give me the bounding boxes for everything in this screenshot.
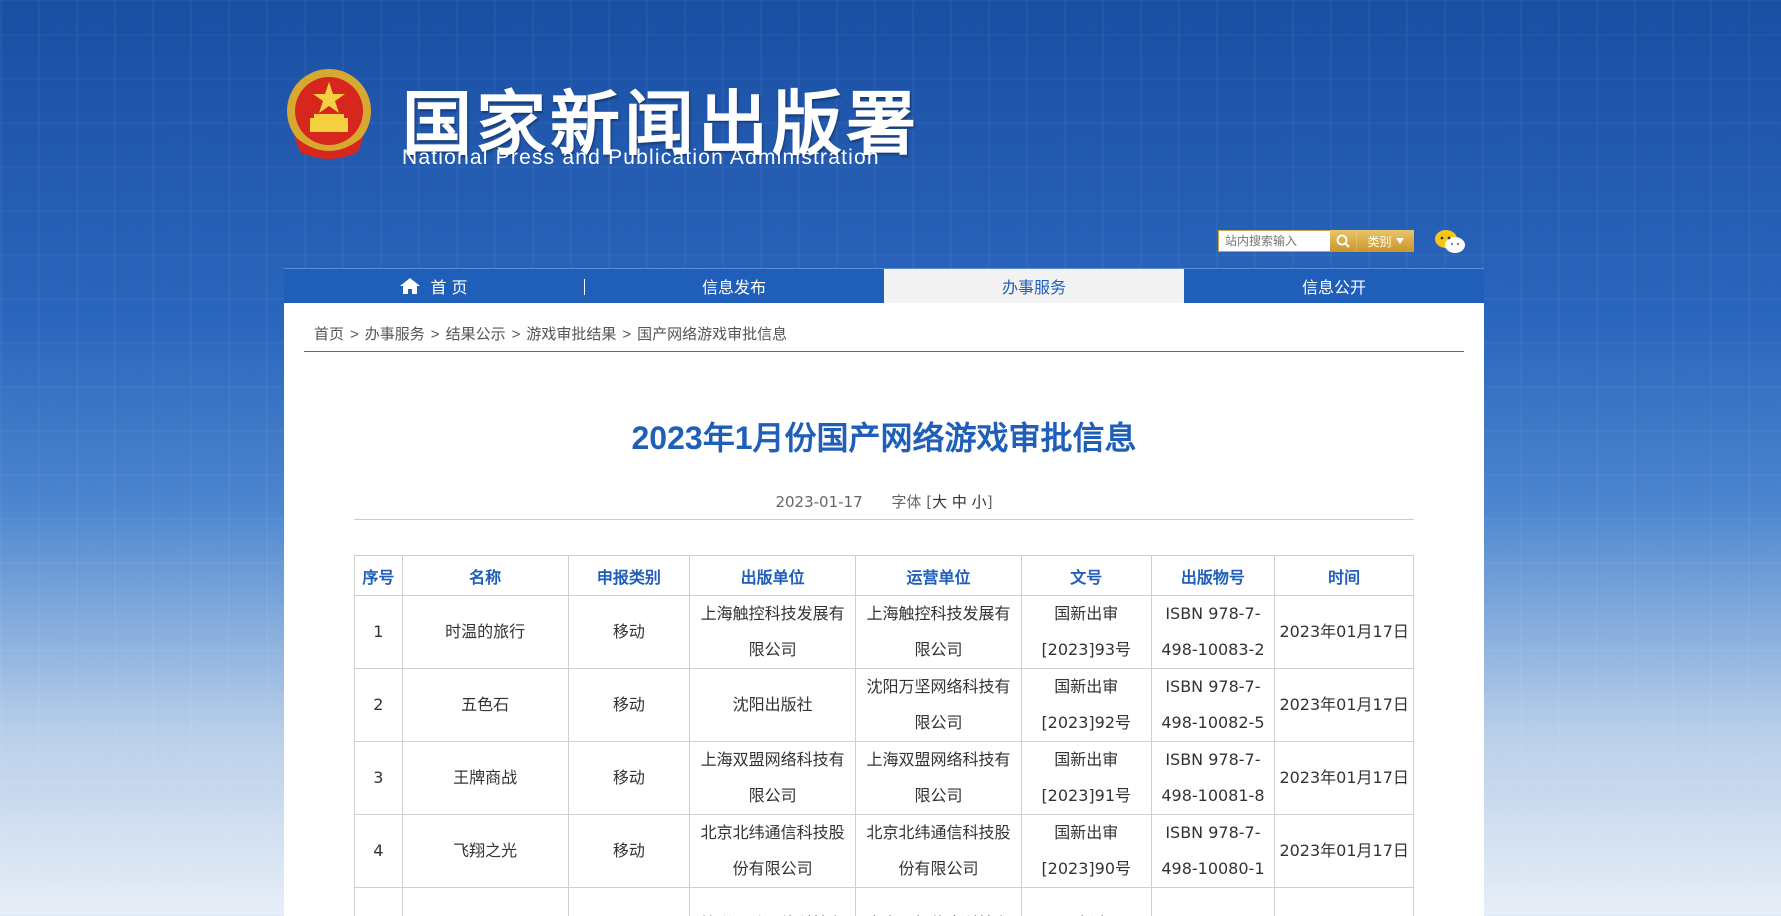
nav-item-label: 办事服务 bbox=[1001, 278, 1066, 297]
table-header-cell: 文号 bbox=[1020, 555, 1152, 596]
site-header: 国家新闻出版署 National Press and Publication A… bbox=[284, 60, 1484, 270]
breadcrumb-separator: > bbox=[350, 326, 359, 343]
breadcrumb-separator: > bbox=[430, 326, 440, 343]
main-nav: 首 页 信息发布 办事服务 信息公开 bbox=[284, 268, 1484, 303]
table-header-cell: 序号 bbox=[354, 555, 403, 596]
font-size-large[interactable]: 大 bbox=[932, 493, 947, 511]
approval-table: 序号 名称 申报类别 出版单位 运营单位 文号 出版物号 时间 1 时温的旅行 … bbox=[354, 555, 1414, 916]
table-cell: 国新出审[2023]93号 bbox=[1020, 595, 1152, 669]
nav-item-info-disclosure[interactable]: 信息公开 bbox=[1184, 269, 1484, 303]
breadcrumb-item-game-approval[interactable]: 游戏审批结果 bbox=[526, 326, 616, 343]
breadcrumb-item-services[interactable]: 办事服务 bbox=[365, 326, 425, 343]
breadcrumb: 首页 > 办事服务 > 结果公示 > 游戏审批结果 > 国产网络游戏审批信息 bbox=[314, 323, 787, 344]
table-cell: 国新出审[2023]91号 bbox=[1020, 741, 1152, 815]
table-cell: 3 bbox=[354, 741, 403, 815]
main-content: 首页 > 办事服务 > 结果公示 > 游戏审批结果 > 国产网络游戏审批信息 2023年1月份国… bbox=[284, 303, 1484, 916]
table-cell: 上海双盟网络科技有限公司 bbox=[855, 741, 1022, 815]
font-size-medium[interactable]: 中 bbox=[952, 493, 967, 511]
table-row: 2 五色石 移动 沈阳出版社 沈阳万坚网络科技有限公司 国新出审[2023]92… bbox=[354, 668, 1414, 742]
table-cell: 北京北纬通信科技股份有限公司 bbox=[689, 814, 857, 888]
table-header-row: 序号 名称 申报类别 出版单位 运营单位 文号 出版物号 时间 bbox=[354, 555, 1414, 596]
table-cell: 时温的旅行 bbox=[401, 595, 569, 669]
table-cell: 上海双盟网络科技有限公司 bbox=[689, 741, 857, 815]
table-row: 4 飞翔之光 移动 北京北纬通信科技股份有限公司 北京北纬通信科技股份有限公司 … bbox=[354, 814, 1414, 888]
font-size-bracket: ] bbox=[986, 493, 993, 511]
table-row: 1 时温的旅行 移动 上海触控科技发展有限公司 上海触控科技发展有限公司 国新出… bbox=[354, 595, 1414, 669]
font-size-small[interactable]: 小 bbox=[972, 493, 987, 511]
table-cell: 4 bbox=[354, 814, 403, 888]
table-cell: ISBN 978-7-498-10080-1 bbox=[1150, 814, 1276, 888]
table-cell: 炫彩互动网络科技有 bbox=[689, 887, 857, 916]
table-cell: ISBN 978-7-498-10082-5 bbox=[1150, 668, 1276, 742]
font-size-label: 字体 bbox=[891, 493, 922, 511]
table-cell: 沈阳万坚网络科技有限公司 bbox=[855, 668, 1022, 742]
article-title: 2023年1月份国产网络游戏审批信息 bbox=[631, 420, 1137, 456]
article-date: 2023-01-17 bbox=[775, 493, 863, 511]
table-cell: 移动 bbox=[567, 741, 691, 815]
nav-item-services[interactable]: 办事服务 bbox=[884, 269, 1184, 303]
category-dropdown[interactable]: 类别 bbox=[1356, 230, 1414, 252]
table-cell: 移动 bbox=[567, 668, 691, 742]
breadcrumb-divider bbox=[304, 351, 1464, 352]
table-cell: 2023年01月17日 bbox=[1274, 668, 1414, 742]
table-cell: 2023年01月17日 bbox=[1274, 741, 1414, 815]
breadcrumb-item-current[interactable]: 国产网络游戏审批信息 bbox=[637, 326, 787, 343]
table-cell: 5 bbox=[354, 887, 403, 916]
table-cell: ISBN 978-7-498-10081-8 bbox=[1150, 741, 1276, 815]
table-row: 5 炫彩互动网络科技有 南京原极信息科技有 国新出 ISBN 978-7- bbox=[354, 887, 1414, 916]
table-cell: 北京北纬通信科技股份有限公司 bbox=[855, 814, 1022, 888]
table-header-cell: 运营单位 bbox=[855, 555, 1022, 596]
home-icon bbox=[400, 278, 421, 294]
breadcrumb-separator: > bbox=[511, 326, 521, 343]
table-cell: 1 bbox=[354, 595, 403, 669]
table-cell: 南京原极信息科技有 bbox=[855, 887, 1022, 916]
table-cell: 2023年01月17日 bbox=[1274, 814, 1414, 888]
search-input[interactable] bbox=[1218, 230, 1330, 252]
nav-item-label: 首 页 bbox=[430, 278, 468, 297]
nav-item-info-release[interactable]: 信息发布 bbox=[584, 269, 884, 303]
table-header-cell: 出版物号 bbox=[1150, 555, 1276, 596]
table-cell: 沈阳出版社 bbox=[689, 668, 857, 742]
table-cell: 2023年01月17日 bbox=[1274, 595, 1414, 669]
wechat-icon[interactable] bbox=[1434, 228, 1466, 256]
table-header-cell: 申报类别 bbox=[567, 555, 691, 596]
nav-item-label: 信息发布 bbox=[701, 278, 766, 297]
site-title-en: National Press and Publication Administr… bbox=[402, 146, 880, 169]
breadcrumb-item-results[interactable]: 结果公示 bbox=[446, 326, 506, 343]
breadcrumb-separator: > bbox=[622, 326, 632, 343]
category-label: 类别 bbox=[1367, 234, 1392, 249]
nav-item-home[interactable]: 首 页 bbox=[284, 269, 584, 303]
table-cell: ISBN 978-7- bbox=[1150, 887, 1276, 916]
search-icon bbox=[1336, 234, 1350, 248]
table-cell: 国新出审[2023]92号 bbox=[1020, 668, 1152, 742]
table-header-cell: 时间 bbox=[1274, 555, 1414, 596]
national-emblem-icon bbox=[287, 69, 371, 159]
table-header-cell: 名称 bbox=[401, 555, 569, 596]
table-cell: ISBN 978-7-498-10083-2 bbox=[1150, 595, 1276, 669]
table-cell: 上海触控科技发展有限公司 bbox=[689, 595, 857, 669]
nav-item-label: 信息公开 bbox=[1301, 278, 1366, 297]
search-button[interactable] bbox=[1330, 230, 1356, 252]
table-cell: 国新出审[2023]90号 bbox=[1020, 814, 1152, 888]
table-cell: 五色石 bbox=[401, 668, 569, 742]
table-cell: 移动 bbox=[567, 595, 691, 669]
table-cell bbox=[1274, 887, 1414, 916]
search-bar: 类别 bbox=[1218, 230, 1414, 252]
table-cell: 上海触控科技发展有限公司 bbox=[855, 595, 1022, 669]
table-row: 3 王牌商战 移动 上海双盟网络科技有限公司 上海双盟网络科技有限公司 国新出审… bbox=[354, 741, 1414, 815]
table-cell: 飞翔之光 bbox=[401, 814, 569, 888]
table-cell bbox=[567, 887, 691, 916]
table-header-cell: 出版单位 bbox=[689, 555, 857, 596]
table-cell: 国新出 bbox=[1020, 887, 1152, 916]
meta-divider bbox=[354, 519, 1414, 520]
breadcrumb-item-home[interactable]: 首页 bbox=[314, 326, 344, 343]
table-cell bbox=[401, 887, 569, 916]
article-meta: 2023-01-17 字体 [大 中 小] bbox=[284, 491, 1484, 512]
chevron-down-icon bbox=[1395, 238, 1404, 244]
table-cell: 2 bbox=[354, 668, 403, 742]
table-cell: 移动 bbox=[567, 814, 691, 888]
table-cell: 王牌商战 bbox=[401, 741, 569, 815]
